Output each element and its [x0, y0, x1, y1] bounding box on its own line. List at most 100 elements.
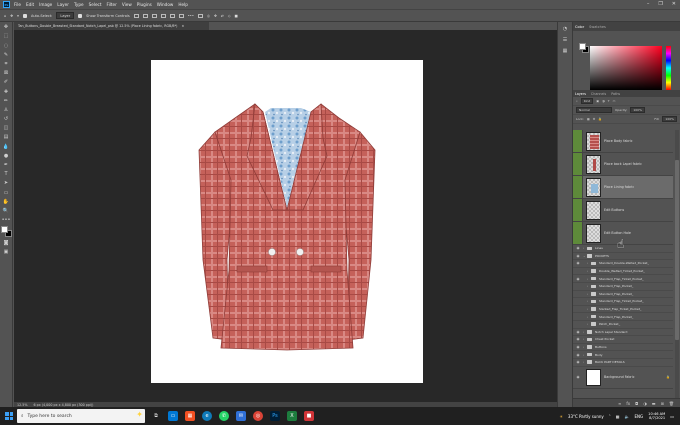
- screen-mode-icon[interactable]: ▣: [3, 249, 10, 256]
- path-selection-tool-icon[interactable]: ➤: [3, 180, 10, 187]
- menu-file[interactable]: File: [14, 2, 21, 7]
- visibility-eye-icon[interactable]: ◉: [573, 375, 583, 379]
- new-layer-icon[interactable]: ⊞: [661, 401, 664, 406]
- scale-3d-icon[interactable]: ◇: [228, 14, 231, 18]
- blend-mode-dropdown[interactable]: Normal: [576, 107, 612, 113]
- type-tool-icon[interactable]: T: [3, 171, 10, 178]
- tray-chevron-icon[interactable]: ˄: [609, 414, 611, 419]
- layer-group[interactable]: › Patch_Pocket_: [573, 321, 673, 329]
- weather-text[interactable]: 33°C Partly sunny: [568, 414, 604, 419]
- edge-icon[interactable]: e: [202, 411, 212, 421]
- layer-group[interactable]: ◉ › Standard_Double-Welted_Pocket_: [573, 260, 673, 268]
- tab-layers[interactable]: Layers: [575, 92, 586, 96]
- menu-type[interactable]: Type: [74, 2, 84, 7]
- maximize-icon[interactable]: ❐: [658, 1, 662, 7]
- menu-view[interactable]: View: [122, 2, 132, 7]
- delete-layer-icon[interactable]: 🗑: [669, 401, 674, 406]
- layer-group[interactable]: ◉ › Chest Pocket: [573, 336, 673, 344]
- marquee-tool-icon[interactable]: ⬚: [3, 33, 10, 40]
- 3d-mode-icon[interactable]: [197, 13, 203, 18]
- align-bottom-icon[interactable]: [178, 13, 184, 18]
- history-panel-icon[interactable]: ◔: [561, 25, 569, 33]
- hand-tool-icon[interactable]: ✋: [3, 199, 10, 206]
- history-brush-tool-icon[interactable]: ↺: [3, 116, 10, 123]
- excel-icon[interactable]: X: [287, 411, 297, 421]
- dodge-tool-icon[interactable]: ●: [3, 153, 10, 160]
- layer-item-selected[interactable]: Place Lining fabric: [573, 176, 673, 199]
- zoom-tool-icon[interactable]: 🔍: [3, 208, 10, 215]
- file-explorer-icon[interactable]: ▭: [168, 411, 178, 421]
- layer-group[interactable]: ◉ › Standard_Flap_Ticket_Pocket_: [573, 275, 673, 283]
- orbit-icon[interactable]: ◎: [207, 14, 210, 18]
- visibility-eye-icon[interactable]: ◉: [573, 246, 583, 250]
- taskbar-clock[interactable]: 10:46 AM 8/7/2021: [648, 412, 665, 421]
- layer-group[interactable]: › Standard_Flap_Pocket_: [573, 283, 673, 291]
- quick-select-tool-icon[interactable]: ✎: [3, 52, 10, 59]
- minimize-icon[interactable]: –: [647, 1, 650, 7]
- filter-adjustment-icon[interactable]: ◑: [602, 99, 605, 103]
- eraser-tool-icon[interactable]: ◫: [3, 125, 10, 132]
- visibility-eye-icon[interactable]: ◉: [573, 254, 583, 258]
- language-icon[interactable]: ENG: [635, 414, 644, 419]
- drag-icon[interactable]: ⇄: [221, 14, 224, 18]
- document-canvas[interactable]: [151, 60, 423, 383]
- layer-group[interactable]: › Standard_Flap_Pocket_: [573, 313, 673, 321]
- visibility-eye-icon[interactable]: ◉: [573, 353, 583, 357]
- microsoft-store-icon[interactable]: ▦: [185, 411, 195, 421]
- document-tab[interactable]: Tan_Buttons_Double_Breasted_Standard_Not…: [14, 22, 209, 30]
- auto-select-dropdown[interactable]: Layer: [56, 12, 75, 19]
- new-group-icon[interactable]: ▬: [652, 401, 656, 406]
- menu-edit[interactable]: Edit: [26, 2, 34, 7]
- more-options-icon[interactable]: •••: [188, 14, 194, 18]
- layer-item[interactable]: Place back Lapel fabric: [573, 153, 673, 176]
- visibility-eye-icon[interactable]: ◉: [573, 360, 583, 364]
- move-tool-icon[interactable]: ✥: [10, 14, 13, 18]
- libraries-panel-icon[interactable]: ▦: [561, 47, 569, 55]
- color-panel-foreground-swatch[interactable]: [579, 43, 586, 50]
- lock-position-icon[interactable]: ✥: [593, 117, 596, 121]
- rectangle-tool-icon[interactable]: ▭: [3, 190, 10, 197]
- document-tab-close[interactable]: ×: [181, 24, 184, 28]
- layer-group[interactable]: › Standard_Flap_Ticket_Pocket_: [573, 298, 673, 306]
- transform-controls-checkbox[interactable]: [78, 13, 83, 18]
- notifications-icon[interactable]: ▭: [670, 414, 674, 419]
- menu-plugins[interactable]: Plugins: [137, 2, 152, 7]
- gradient-tool-icon[interactable]: ▤: [3, 134, 10, 141]
- visibility-eye-icon[interactable]: ◉: [573, 337, 583, 341]
- fill-input[interactable]: 100%: [662, 116, 677, 122]
- layer-group[interactable]: ◉ › BACK PART DETAILS: [573, 359, 673, 367]
- eyedropper-tool-icon[interactable]: ✐: [3, 79, 10, 86]
- color-swatches[interactable]: [0, 226, 12, 238]
- color-picker-field[interactable]: [590, 46, 662, 90]
- layer-group[interactable]: ◉ › Body: [573, 351, 673, 359]
- quick-mask-icon[interactable]: ◙: [3, 240, 10, 247]
- layer-group[interactable]: ◉ › Buttons: [573, 344, 673, 352]
- opacity-input[interactable]: 100%: [630, 107, 645, 113]
- filter-type-icon[interactable]: T: [608, 99, 610, 103]
- auto-select-checkbox[interactable]: [22, 13, 27, 18]
- weather-icon[interactable]: ☀: [559, 414, 563, 419]
- properties-panel-icon[interactable]: ☰: [561, 36, 569, 44]
- foreground-color-swatch[interactable]: [0, 226, 8, 234]
- visibility-eye-icon[interactable]: ◉: [573, 277, 583, 281]
- layers-scrollbar[interactable]: [675, 130, 679, 398]
- layers-scrollbar-thumb[interactable]: [675, 160, 679, 340]
- blur-tool-icon[interactable]: 💧: [3, 144, 10, 151]
- lock-pixels-icon[interactable]: ▦: [587, 117, 590, 121]
- align-left-icon[interactable]: [133, 13, 139, 18]
- frame-tool-icon[interactable]: ⊠: [3, 70, 10, 77]
- healing-brush-tool-icon[interactable]: ✚: [3, 89, 10, 96]
- align-middle-icon[interactable]: [169, 13, 175, 18]
- tab-swatches[interactable]: Swatches: [589, 25, 606, 29]
- roll-icon[interactable]: ✥: [214, 14, 217, 18]
- filter-shape-icon[interactable]: ▭: [613, 99, 616, 103]
- link-layers-icon[interactable]: ∞: [618, 401, 621, 406]
- layer-group[interactable]: › Standard_Flap_Pocket_: [573, 291, 673, 299]
- home-icon[interactable]: ⌂: [4, 14, 6, 18]
- background-layer[interactable]: ◉ Background Fabric 🔒: [573, 367, 673, 389]
- tool-preset-chevron-icon[interactable]: ▾: [17, 14, 19, 18]
- layer-group[interactable]: › Double_Welted_Ticket_Pocket_: [573, 268, 673, 276]
- lock-all-icon[interactable]: 🔒: [598, 117, 602, 121]
- adjustment-layer-icon[interactable]: ◑: [643, 401, 647, 406]
- photoshop-taskbar-icon[interactable]: Ps: [270, 411, 280, 421]
